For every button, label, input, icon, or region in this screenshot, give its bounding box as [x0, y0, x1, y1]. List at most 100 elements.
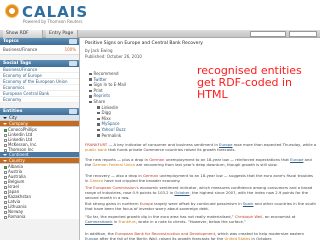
- tree-item-label: Yahoo! Buzz: [101, 126, 126, 132]
- panel-controls-icon[interactable]: [69, 109, 77, 114]
- entity-link[interactable]: Frankfurt: [119, 219, 136, 224]
- toolbar-select-2[interactable]: [289, 31, 317, 37]
- chevron-down-icon: [3, 154, 7, 156]
- tree-item-label: Twitter: [93, 76, 107, 82]
- social-tags-header[interactable]: Social Tags: [0, 60, 79, 67]
- topics-list: Business/Finance 100%: [0, 45, 79, 55]
- tree-item-label: Sign In to E-Mail: [93, 82, 126, 88]
- social-tags-header-label: Social Tags: [3, 61, 32, 66]
- entity-link[interactable]: German Federal Union: [92, 162, 135, 167]
- tree-item-label: Share: [93, 98, 106, 104]
- country-row[interactable]: Romania: [0, 214, 79, 219]
- tree-item-label: Digg: [101, 110, 111, 116]
- social-tag-label: Economy of the European Union: [3, 79, 68, 84]
- show-rdf-button[interactable]: Show RDF: [3, 30, 43, 38]
- bullet-icon: [89, 95, 92, 98]
- entity-link[interactable]: Commerzbank: [85, 219, 113, 224]
- sidebar: Topics Business/Finance 100% Social Tags …: [0, 38, 80, 240]
- panel-controls-icon[interactable]: [69, 39, 77, 44]
- logo-tagline: Powered by Thomson Reuters: [23, 19, 83, 24]
- bullet-icon: [97, 123, 100, 126]
- continent-group-label: Continent: [9, 152, 29, 157]
- bullet-icon: [97, 117, 100, 120]
- entity-link[interactable]: Europe: [85, 236, 98, 240]
- social-tag-label: Economy: [3, 97, 22, 102]
- bullet-icon: [89, 89, 92, 93]
- tree-item-label: Linkedin: [101, 104, 119, 110]
- city-group-label: City: [9, 115, 17, 120]
- tree-item-label: Recommend: [93, 71, 119, 76]
- entity-link[interactable]: United States: [225, 236, 251, 240]
- toolbar-select-1[interactable]: [250, 31, 286, 37]
- article-paragraph: But strong gains in northern Europe larg…: [85, 201, 317, 211]
- chevron-down-icon: [3, 117, 7, 119]
- entities-header-label: Entities: [3, 109, 23, 114]
- social-tag-label: Economics: [3, 85, 25, 90]
- topic-score: 100%: [64, 47, 76, 52]
- bullet-icon: [97, 134, 100, 137]
- text: in October.: [250, 236, 273, 240]
- overlay-line: get RDF-coded in HTML: [197, 76, 293, 101]
- text: that funds private Commerce countries ra…: [106, 147, 236, 152]
- entities-header[interactable]: Entities: [0, 108, 79, 115]
- topic-row[interactable]: Business/Finance 100%: [0, 45, 79, 55]
- text: , an economist at: [262, 214, 296, 219]
- app-header: CALAIS Powered by Thomson Reuters: [0, 0, 320, 30]
- checkbox[interactable]: [4, 215, 7, 219]
- chevron-down-icon: [3, 123, 7, 125]
- social-tag-label: Economy of Europe: [3, 73, 42, 78]
- share-tree: Recommend Twitter Sign In to E-Mail Print Re…: [89, 71, 126, 138]
- text: , the: [189, 190, 200, 195]
- bullet-icon: [89, 100, 92, 104]
- text: have not crippled the broader economy.: [103, 178, 181, 183]
- entity-link[interactable]: Greece: [90, 178, 104, 183]
- document-view: Positive Signs on Europe and Central Ban…: [81, 38, 320, 240]
- article-paragraph: The recovery — also a drop in German une…: [85, 173, 317, 183]
- article-paragraph: “So far, the expected growth dip in the …: [85, 214, 317, 224]
- chevron-down-icon: [3, 160, 7, 162]
- bullet-icon: [97, 111, 100, 115]
- tree-item-label: Permalink: [101, 132, 122, 138]
- tree-item-label: Reprints: [93, 93, 111, 99]
- text: are recovering from last year's deep dow…: [135, 162, 278, 167]
- bullet-icon: [97, 128, 100, 132]
- document-title: Positive Signs on Europe and Central Ban…: [85, 41, 203, 46]
- bullet-icon: [89, 72, 92, 76]
- calais-logo-icon: [5, 4, 19, 18]
- topic-label: Business/Finance: [3, 47, 38, 52]
- entry-page-button[interactable]: Entry Page: [46, 30, 78, 38]
- text: , wrote in a note to clients. “However, …: [135, 219, 246, 224]
- article-paragraph: In addition, the European Bank for Recon…: [85, 231, 317, 240]
- entity-link[interactable]: Europe: [290, 157, 303, 162]
- entity-link[interactable]: Spain: [243, 201, 254, 206]
- topics-header[interactable]: Topics: [0, 38, 79, 45]
- entity-link[interactable]: public bank: [85, 147, 107, 152]
- social-tag-row[interactable]: Economy: [0, 97, 79, 103]
- entity-link[interactable]: October: [174, 190, 189, 195]
- company-list: ConocoPhillips Linkedin Ltd Linkedin Ltd Mc…: [0, 127, 79, 152]
- company-group-label: Company: [9, 121, 29, 126]
- panel-controls-icon[interactable]: [69, 61, 77, 66]
- article-paragraph: The European Commission's economic senti…: [85, 185, 317, 200]
- tree-item-label: MySpace: [101, 121, 120, 127]
- article-paragraph: FRANKFURT — A key indicator of consumer …: [85, 142, 317, 152]
- tree-item[interactable]: Permalink: [89, 133, 126, 139]
- article-paragraph: The new reports — plus a drop in German …: [85, 157, 317, 167]
- toolbar: Show RDF Entry Page: [0, 30, 320, 38]
- country-list: Albania Austria Australia Belgium Israel Japa…: [0, 164, 79, 219]
- country-group-label: Country: [9, 158, 25, 163]
- text: after the fall of the Berlin Wall, raise…: [98, 236, 225, 240]
- country-label: Romania: [8, 214, 26, 219]
- annotation-overlay: recognised entities get RDF-coded in HTM…: [197, 65, 320, 101]
- topics-header-label: Topics: [3, 39, 19, 44]
- bullet-icon: [97, 106, 100, 109]
- bullet-icon: [89, 78, 92, 81]
- social-tags-list: Business/Finance Economy of Europe Economy…: [0, 67, 79, 103]
- document-date: Published: October 26, 2010: [85, 54, 142, 59]
- social-tag-label: Business/Finance: [3, 67, 38, 72]
- social-tag-label: European Central Bank: [3, 91, 50, 96]
- tree-item-label: Print: [93, 87, 103, 93]
- text: rose more than expected Thursday, while …: [232, 142, 317, 147]
- document-byline: by Jack Ewing: [85, 48, 113, 53]
- tree-item-label: Mixx: [101, 115, 111, 121]
